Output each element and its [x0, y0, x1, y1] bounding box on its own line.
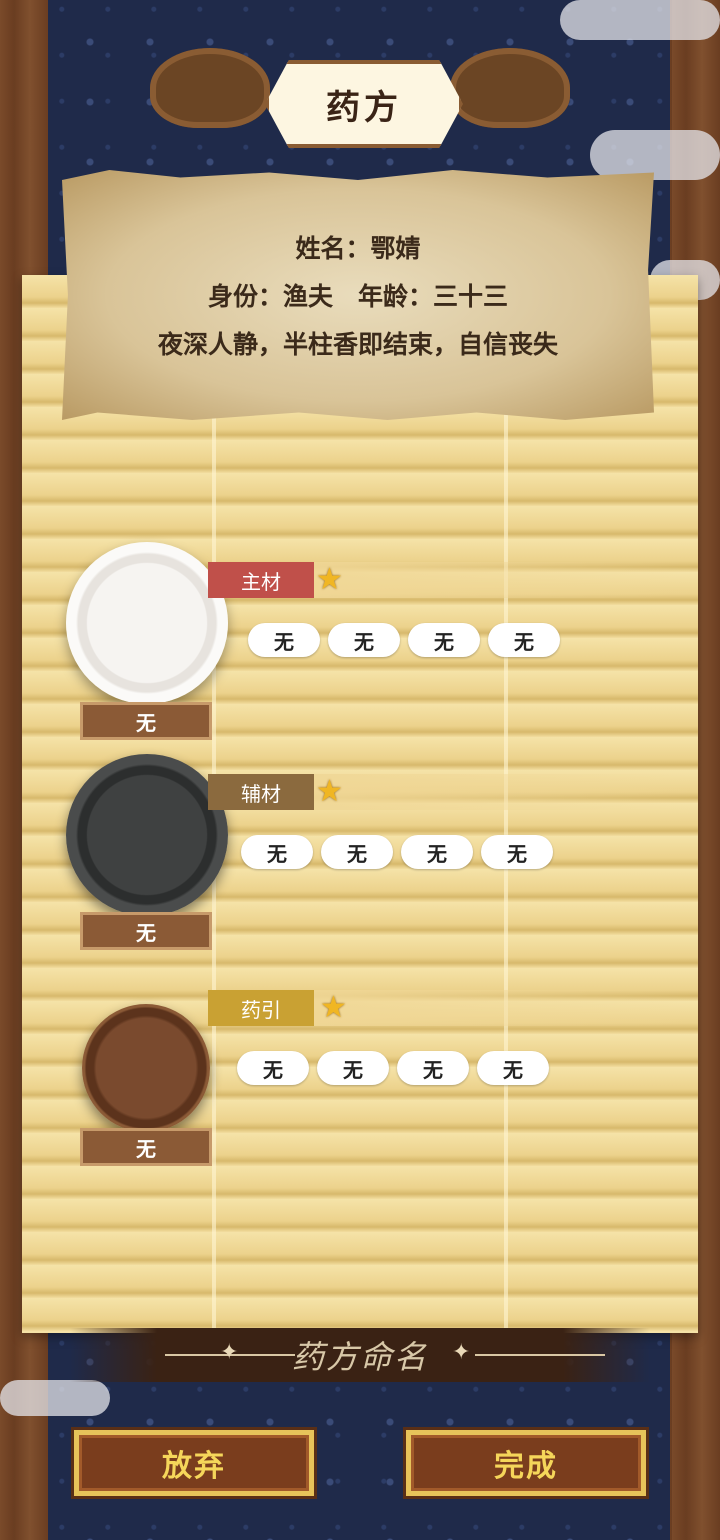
complete-button[interactable]: 完成 — [406, 1430, 646, 1496]
ingredient-slot[interactable]: 无 — [477, 1051, 549, 1085]
abandon-label: 放弃 — [162, 1449, 226, 1484]
cloud-decoration — [590, 130, 720, 180]
category-bar — [314, 562, 694, 598]
ingredient-slot[interactable]: 无 — [328, 623, 400, 657]
ingredient-slot[interactable]: 无 — [241, 835, 313, 869]
page-title: 药方 — [326, 87, 402, 128]
ingredient-slot[interactable]: 无 — [248, 623, 320, 657]
star-icon: ✦ — [452, 1340, 471, 1365]
slot-row: 无 无 无 无 — [248, 623, 560, 657]
ingredient-slot[interactable]: 无 — [321, 835, 393, 869]
complete-label: 完成 — [494, 1449, 558, 1484]
slot-row: 无 无 无 无 — [237, 1051, 549, 1085]
category-label-main: 主材 — [208, 562, 314, 598]
abandon-button[interactable]: 放弃 — [74, 1430, 314, 1496]
naming-divider-right — [475, 1354, 605, 1356]
ingredient-slot[interactable]: 无 — [488, 623, 560, 657]
star-icon: ★ — [316, 774, 343, 809]
category-bar — [314, 990, 694, 1026]
ingredient-slot[interactable]: 无 — [317, 1051, 389, 1085]
slot-row: 无 无 无 无 — [241, 835, 553, 869]
white-plate[interactable] — [66, 542, 228, 704]
ingredient-slot[interactable]: 无 — [237, 1051, 309, 1085]
cloud-decoration — [0, 1380, 110, 1416]
star-icon: ★ — [320, 990, 347, 1025]
ingredient-slot[interactable]: 无 — [397, 1051, 469, 1085]
ingredient-slot[interactable]: 无 — [481, 835, 553, 869]
container-name: 无 — [136, 920, 156, 945]
wooden-bowl[interactable] — [82, 1004, 210, 1132]
patient-name: 姓名：鄂婧 — [295, 234, 421, 263]
ingredient-slot[interactable]: 无 — [401, 835, 473, 869]
container-name-tag: 无 — [80, 702, 212, 740]
ingredient-slot[interactable]: 无 — [408, 623, 480, 657]
scroll-ornament-right — [450, 48, 570, 128]
prescription-name-field[interactable]: ✦ 药方命名 ✦ — [70, 1328, 650, 1382]
container-name-tag: 无 — [80, 1128, 212, 1166]
star-icon: ✦ — [220, 1340, 239, 1365]
patient-info-paper: 姓名：鄂婧 身份：渔夫 年龄：三十三 夜深人静，半柱香即结束，自信丧失 — [62, 170, 654, 420]
star-icon: ★ — [316, 562, 343, 597]
header: 药方 — [150, 40, 570, 148]
black-plate[interactable] — [66, 754, 228, 916]
scroll-ornament-left — [150, 48, 270, 128]
prescription-name-placeholder: 药方命名 — [291, 1338, 428, 1376]
container-name: 无 — [136, 710, 156, 735]
category-label-auxiliary: 辅材 — [208, 774, 314, 810]
category-bar — [314, 774, 694, 810]
container-name: 无 — [136, 1136, 156, 1161]
patient-identity: 身份：渔夫 年龄：三十三 — [207, 282, 508, 311]
title-plate: 药方 — [265, 60, 463, 148]
cloud-decoration — [560, 0, 720, 40]
container-name-tag: 无 — [80, 912, 212, 950]
patient-status: 夜深人静，半柱香即结束，自信丧失 — [157, 330, 558, 359]
category-label-guide: 药引 — [208, 990, 314, 1026]
